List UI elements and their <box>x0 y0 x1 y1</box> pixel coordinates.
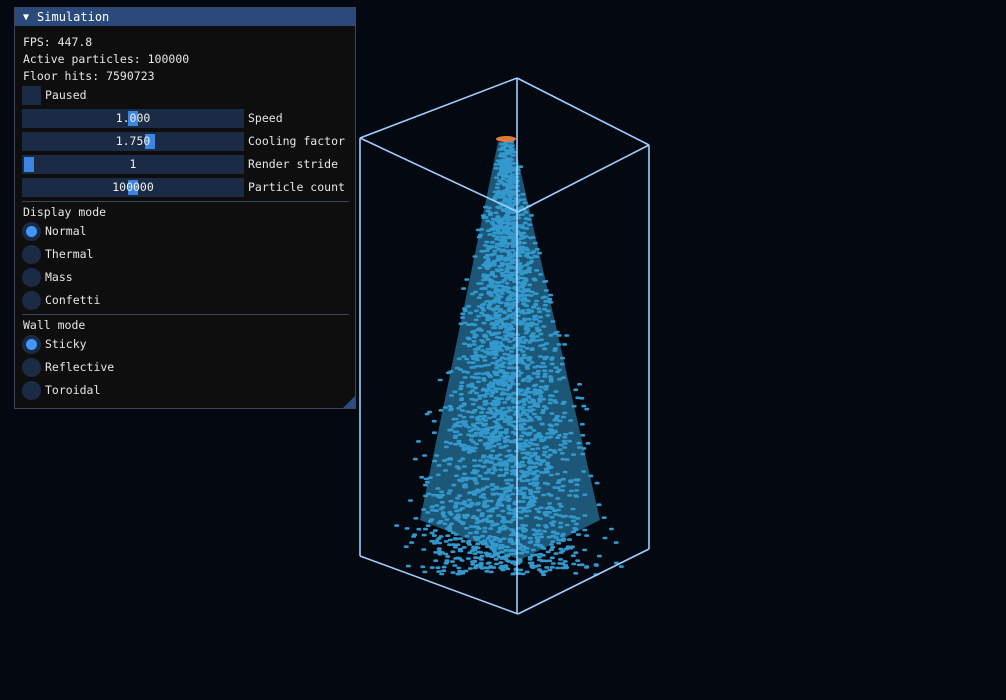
particle-count-label: Particle count <box>248 180 345 194</box>
panel-title: Simulation <box>37 10 110 24</box>
divider <box>22 314 349 315</box>
paused-checkbox[interactable] <box>22 86 41 105</box>
cooling-factor-label: Cooling factor <box>248 134 345 148</box>
panel-titlebar[interactable]: ▼ Simulation <box>15 8 355 26</box>
render-stride-slider[interactable]: 1 <box>22 155 244 174</box>
display-mode-normal-label: Normal <box>45 224 87 238</box>
wall-mode-reflective-radio[interactable] <box>22 358 41 377</box>
wall-mode-heading: Wall mode <box>23 318 86 332</box>
divider <box>22 201 349 202</box>
wall-mode-reflective-label: Reflective <box>45 360 115 374</box>
wall-mode-toroidal-label: Toroidal <box>45 383 101 397</box>
display-mode-mass-radio[interactable] <box>22 268 41 287</box>
particle-count-value: 100000 <box>112 180 154 194</box>
render-stride-value: 1 <box>129 157 137 171</box>
active-particles-readout: Active particles: 100000 <box>23 52 190 66</box>
collapse-triangle-icon[interactable]: ▼ <box>23 12 29 23</box>
speed-label: Speed <box>248 111 283 125</box>
cooling-factor-slider[interactable]: 1.750 <box>22 132 244 151</box>
emitter-glow <box>496 136 516 142</box>
display-mode-thermal-radio[interactable] <box>22 245 41 264</box>
wall-mode-toroidal-radio[interactable] <box>22 381 41 400</box>
cooling-factor-value: 1.750 <box>115 134 151 148</box>
display-mode-normal-radio[interactable] <box>22 222 41 241</box>
display-mode-confetti-label: Confetti <box>45 293 101 307</box>
display-mode-heading: Display mode <box>23 205 107 219</box>
particle-count-slider[interactable]: 100000 <box>22 178 244 197</box>
simulation-panel: ▼ Simulation FPS: 447.8 Active particles… <box>14 7 356 409</box>
paused-label: Paused <box>45 88 87 102</box>
display-mode-confetti-radio[interactable] <box>22 291 41 310</box>
particle-cloud <box>394 139 624 577</box>
display-mode-thermal-label: Thermal <box>45 247 94 261</box>
display-mode-mass-label: Mass <box>45 270 73 284</box>
floor-hits-readout: Floor hits: 7590723 <box>23 69 155 83</box>
render-stride-label: Render stride <box>248 157 339 171</box>
wall-mode-sticky-label: Sticky <box>45 337 87 351</box>
wall-mode-sticky-radio[interactable] <box>22 335 41 354</box>
fps-readout: FPS: 447.8 <box>23 35 93 49</box>
speed-slider[interactable]: 1.000 <box>22 109 244 128</box>
resize-grip-icon[interactable] <box>343 396 355 408</box>
speed-value: 1.000 <box>115 111 151 125</box>
